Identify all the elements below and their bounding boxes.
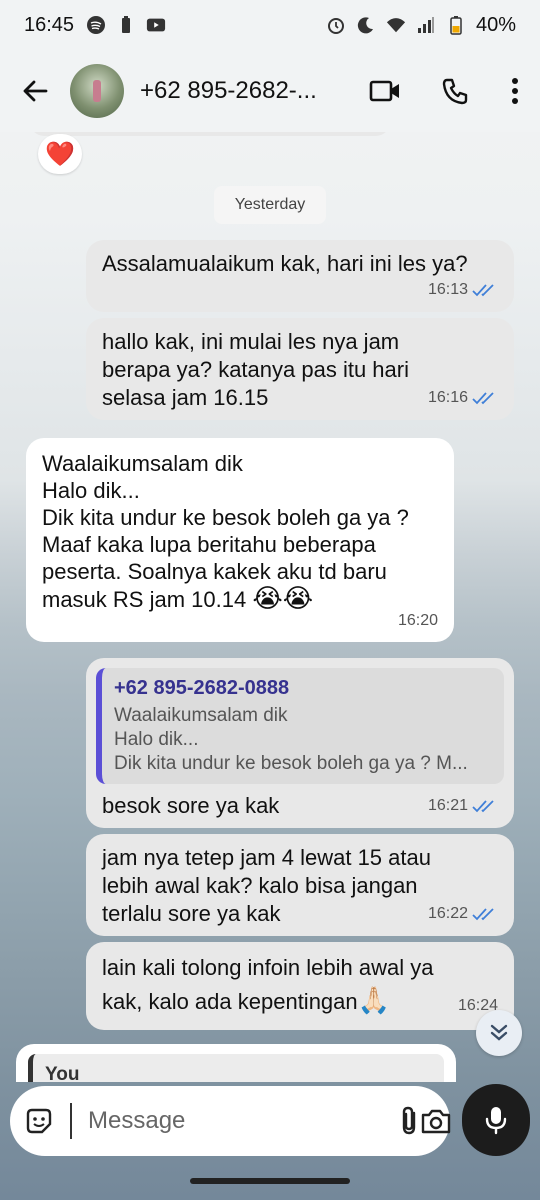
- message-compose-bar: [10, 1086, 452, 1156]
- camera-button[interactable]: [420, 1094, 452, 1148]
- message-text: berapa ya? katanya pas itu hari: [102, 357, 409, 382]
- message-outgoing[interactable]: Assalamualaikum kak, hari ini les ya? 16…: [86, 240, 514, 312]
- back-arrow-icon: [23, 80, 48, 102]
- sticker-smiley-icon: [26, 1108, 52, 1134]
- contact-avatar[interactable]: [70, 64, 124, 118]
- date-separator: Yesterday: [214, 186, 326, 224]
- message-time: 16:21: [427, 797, 468, 814]
- heart-emoji: ❤️: [45, 140, 75, 168]
- message-text: Halo dik...: [42, 478, 140, 503]
- message-time: 16:16: [427, 389, 468, 406]
- signal-icon: [416, 15, 436, 35]
- double-chevron-down-icon: [490, 1024, 508, 1041]
- crying-emoji: 😭😭: [252, 583, 314, 613]
- message-incoming[interactable]: Waalaikumsalam dik Halo dik... Dik kita …: [26, 438, 454, 642]
- message-outgoing[interactable]: jam nya tetep jam 4 lewat 15 atau lebih …: [86, 834, 514, 936]
- youtube-icon: [146, 15, 166, 35]
- quoted-text: Halo dik...: [114, 729, 199, 750]
- message-input[interactable]: [70, 1103, 398, 1139]
- camera-icon: [421, 1109, 451, 1134]
- message-text: Dik kita undur ke besok boleh ga ya ?: [42, 505, 409, 530]
- message-time: 16:13: [427, 281, 468, 298]
- sticker-button[interactable]: [24, 1101, 54, 1141]
- quoted-sender: You: [28, 1054, 444, 1082]
- message-text: lebih awal kak? kalo bisa jangan: [102, 873, 418, 898]
- message-text: jam nya tetep jam 4 lewat 15 atau: [102, 845, 431, 870]
- quoted-sender: +62 895-2682-0888: [114, 677, 290, 699]
- spotify-icon: [86, 15, 106, 35]
- read-ticks-icon: [472, 391, 498, 405]
- video-camera-icon: [369, 80, 399, 102]
- paperclip-icon: [402, 1106, 416, 1135]
- previous-message-bubble: [30, 132, 390, 136]
- quoted-text: Dik kita undur ke besok boleh ga ya ? M.…: [114, 753, 468, 774]
- battery-percent: 40%: [475, 13, 516, 36]
- message-text: kak, kalo ada kepentingan: [102, 989, 358, 1014]
- voice-message-button[interactable]: [462, 1084, 530, 1156]
- message-outgoing[interactable]: hallo kak, ini mulai les nya jam berapa …: [86, 318, 514, 420]
- read-ticks-icon: [472, 799, 498, 813]
- message-time: 16:20: [397, 612, 438, 629]
- gesture-nav-handle[interactable]: [190, 1178, 350, 1184]
- more-options-button[interactable]: [490, 50, 540, 132]
- chat-area[interactable]: ❤️ Yesterday Assalamualaikum kak, hari i…: [0, 132, 540, 1082]
- heart-reaction[interactable]: ❤️: [38, 134, 82, 174]
- message-outgoing[interactable]: lain kali tolong infoin lebih awal ya ka…: [86, 942, 514, 1030]
- video-call-button[interactable]: [350, 50, 420, 132]
- phone-icon: [442, 78, 468, 105]
- message-incoming-partial[interactable]: You: [16, 1044, 456, 1082]
- attach-button[interactable]: [398, 1094, 420, 1148]
- battery-saver-icon: [116, 15, 136, 35]
- message-outgoing-reply[interactable]: +62 895-2682-0888 Waalaikumsalam dik Hal…: [86, 658, 514, 828]
- message-text: peserta. Soalnya kakek aku td baru: [42, 559, 387, 584]
- quoted-message[interactable]: +62 895-2682-0888 Waalaikumsalam dik Hal…: [96, 668, 504, 784]
- wifi-icon: [386, 15, 406, 35]
- microphone-icon: [485, 1107, 507, 1135]
- status-bar: 16:45 40%: [0, 0, 540, 50]
- alarm-icon: [326, 15, 346, 35]
- status-time: 16:45: [24, 13, 75, 36]
- message-text: Waalaikumsalam dik: [42, 451, 243, 476]
- chat-header: +62 895-2682-...: [0, 50, 540, 132]
- do-not-disturb-moon-icon: [356, 15, 376, 35]
- folded-hands-emoji: 🙏🏻: [357, 985, 391, 1015]
- scroll-to-bottom-button[interactable]: [476, 1010, 522, 1056]
- voice-call-button[interactable]: [420, 50, 490, 132]
- battery-icon: [446, 15, 466, 35]
- back-button[interactable]: [0, 50, 70, 132]
- message-text: hallo kak, ini mulai les nya jam: [102, 329, 400, 354]
- read-ticks-icon: [472, 907, 498, 921]
- message-text: Maaf kaka lupa beritahu beberapa: [42, 532, 376, 557]
- read-ticks-icon: [472, 283, 498, 297]
- message-text: lain kali tolong infoin lebih awal ya: [102, 955, 434, 980]
- message-text: masuk RS jam 10.14: [42, 587, 247, 612]
- message-time: 16:22: [427, 905, 468, 922]
- contact-name[interactable]: +62 895-2682-...: [140, 77, 330, 105]
- message-text: Assalamualaikum kak, hari ini les ya?: [102, 251, 468, 276]
- quoted-text: Waalaikumsalam dik: [114, 705, 288, 726]
- more-vert-icon: [512, 78, 518, 104]
